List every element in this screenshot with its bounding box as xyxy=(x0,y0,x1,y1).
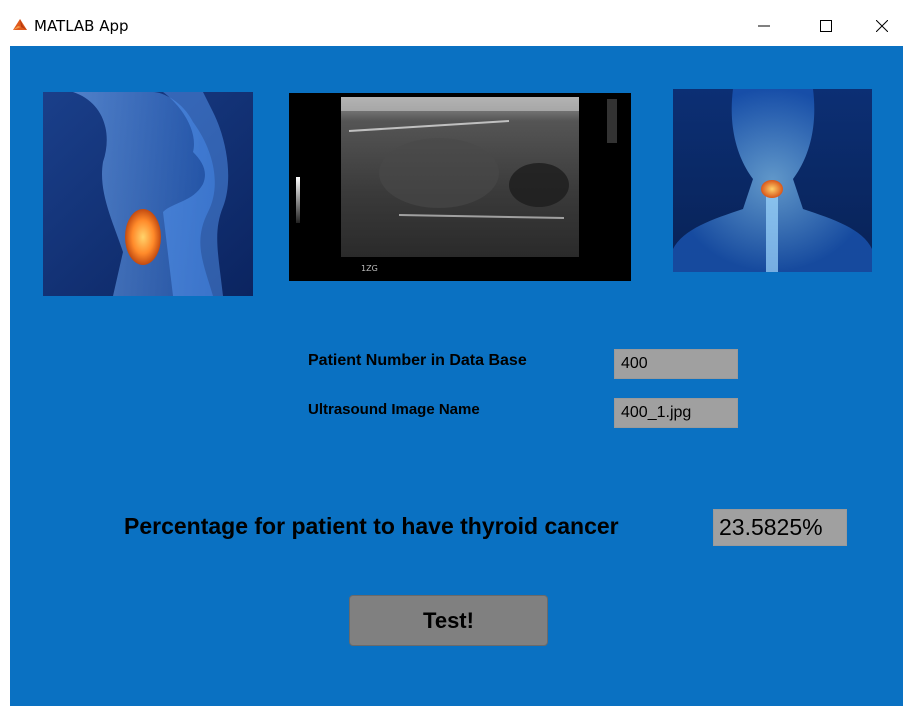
thyroid-front-illustration xyxy=(673,89,872,272)
matlab-icon xyxy=(13,19,27,30)
test-button[interactable]: Test! xyxy=(349,595,548,646)
app-canvas: 1ZG Patient Number in Data Base 400 Ultr… xyxy=(10,46,903,706)
patient-number-field[interactable]: 400 xyxy=(614,349,738,379)
cancer-percentage-field: 23.5825% xyxy=(713,509,847,546)
close-icon xyxy=(876,20,888,32)
ultrasound-image-name-label: Ultrasound Image Name xyxy=(308,401,480,418)
cancer-percentage-label: Percentage for patient to have thyroid c… xyxy=(124,513,619,539)
close-button[interactable] xyxy=(862,10,902,42)
minimize-button[interactable] xyxy=(744,10,784,42)
window-titlebar: MATLAB App xyxy=(0,0,903,46)
thyroid-side-illustration xyxy=(43,92,253,296)
patient-number-label: Patient Number in Data Base xyxy=(308,352,527,369)
maximize-icon xyxy=(820,20,832,32)
ultrasound-scale-label: 1ZG xyxy=(361,264,378,273)
window-title: MATLAB App xyxy=(34,17,129,35)
ultrasound-image-name-field[interactable]: 400_1.jpg xyxy=(614,398,738,428)
maximize-button[interactable] xyxy=(806,10,846,42)
minimize-icon xyxy=(758,25,770,27)
ultrasound-scan-image: 1ZG xyxy=(289,93,631,281)
